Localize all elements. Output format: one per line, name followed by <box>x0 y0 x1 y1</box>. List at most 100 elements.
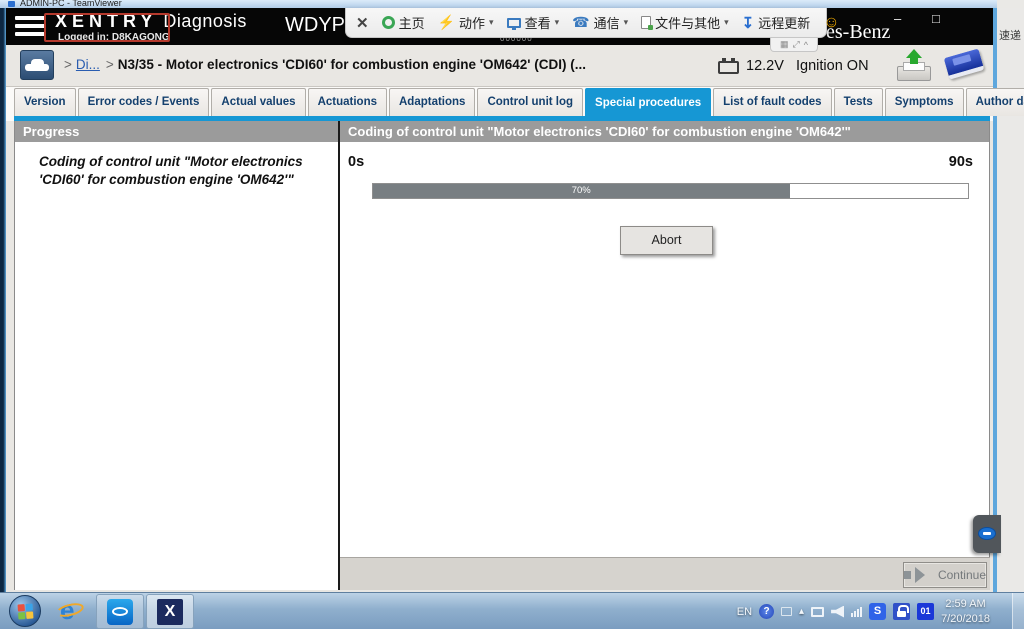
arrow-right-icon <box>904 571 911 579</box>
start-button[interactable] <box>9 595 41 627</box>
progress-task-text: Coding of control unit "Motor electronic… <box>39 153 324 189</box>
teamviewer-logo-icon <box>978 527 996 540</box>
progress-panel: Progress Coding of control unit "Motor e… <box>14 121 338 590</box>
toolbar-files-label: 文件与其他 <box>655 13 720 32</box>
toolbar-communicate-button[interactable]: ☎ 通信 ▾ <box>572 13 628 32</box>
expand-icon[interactable]: ⤢ <box>793 39 800 50</box>
abort-button[interactable]: Abort <box>620 226 713 255</box>
chevron-down-icon: ▾ <box>724 17 729 28</box>
signal-strength-icon[interactable] <box>851 607 862 617</box>
xentry-icon: X <box>157 599 183 625</box>
clock-date: 7/20/2018 <box>941 613 990 625</box>
teamviewer-titlebar[interactable]: ADMIN-PC - TeamViewer <box>0 0 997 8</box>
toolbar-collapse-tray[interactable]: ▦ ⤢ ^ <box>770 38 818 52</box>
file-icon <box>641 16 651 29</box>
breadcrumb-separator: > <box>106 57 114 72</box>
tab-version[interactable]: Version <box>14 88 76 116</box>
tray-app-icon[interactable] <box>781 607 792 616</box>
teamviewer-toolbar: ✕ 主页 ⚡ 动作 ▾ 查看 ▾ ☎ 通信 ▾ 文件与其他 ▾ ↧ 远程更新 <box>345 8 827 38</box>
tab-tests[interactable]: Tests <box>834 88 883 116</box>
vehicle-icon-button[interactable] <box>20 50 54 80</box>
progress-panel-header: Progress <box>15 121 338 142</box>
tab-actuations[interactable]: Actuations <box>308 88 387 116</box>
progress-bar: 70% <box>372 183 969 199</box>
input-method-badge[interactable]: 01 <box>917 603 934 620</box>
teamviewer-app-icon <box>8 1 15 7</box>
tab-error-codes[interactable]: Error codes / Events <box>78 88 210 116</box>
toolbar-home-label: 主页 <box>399 13 425 32</box>
breadcrumb-diagnosis-link[interactable]: Di... <box>76 57 100 72</box>
download-icon: ↧ <box>742 14 755 32</box>
feedback-smiley-icon[interactable]: ☺ <box>823 14 839 32</box>
book-icon <box>944 48 985 79</box>
toolbar-remote-update-label: 远程更新 <box>758 13 810 32</box>
lightning-icon: ⚡ <box>438 14 455 31</box>
chevron-down-icon: ▾ <box>489 17 494 28</box>
battery-icon <box>718 61 739 74</box>
progress-time-end: 90s <box>949 154 973 170</box>
taskbar: e X EN ? ▴ S 01 2:59 AM 7/20/2018 <box>0 592 1024 629</box>
tab-special-procedures[interactable]: Special procedures <box>585 88 711 117</box>
screen: ADMIN-PC - TeamViewer 速递 XENTRYDiagnosis… <box>0 0 1024 629</box>
toolbar-remote-update-button[interactable]: ↧ 远程更新 <box>742 13 811 32</box>
toolbar-files-button[interactable]: 文件与其他 ▾ <box>641 13 729 32</box>
help-icon[interactable]: ? <box>759 604 774 619</box>
toolbar-view-label: 查看 <box>525 13 551 32</box>
collapse-chevron-icon[interactable]: ^ <box>804 40 808 50</box>
volume-icon[interactable] <box>831 606 844 618</box>
teamviewer-panel-handle[interactable] <box>973 515 1001 553</box>
toolbar-communicate-label: 通信 <box>594 13 620 32</box>
breadcrumb: > Di... > N3/35 - Motor electronics 'CDI60'… <box>64 57 586 72</box>
breadcrumb-separator: > <box>64 57 72 72</box>
network-icon[interactable] <box>811 607 824 617</box>
taskbar-clock[interactable]: 2:59 AM 7/20/2018 <box>941 597 990 626</box>
window-title: ADMIN-PC - TeamViewer <box>20 0 122 8</box>
breadcrumb-bar: > Di... > N3/35 - Motor electronics 'CDI60'… <box>6 45 993 87</box>
tab-author-data[interactable]: Author data <box>966 88 1024 116</box>
taskbar-ie-button[interactable]: e <box>52 595 90 628</box>
control-unit-title: N3/35 - Motor electronics 'CDI60' for co… <box>118 57 586 72</box>
battery-voltage: 12.2V <box>746 58 784 74</box>
show-hidden-icons-chevron[interactable]: ▴ <box>799 606 804 617</box>
procedure-panel: Coding of control unit "Motor electronic… <box>340 121 990 590</box>
grid-icon[interactable]: ▦ <box>780 39 789 50</box>
footer-bar: Continue <box>340 557 990 590</box>
teamviewer-icon <box>107 599 133 625</box>
language-indicator[interactable]: EN <box>737 606 752 618</box>
app-minimize-button[interactable]: – <box>894 11 901 26</box>
system-tray: EN ? ▴ S 01 2:59 AM 7/20/2018 <box>737 593 990 629</box>
progress-bar-fill: 70% <box>373 184 790 198</box>
tab-adaptations[interactable]: Adaptations <box>389 88 475 116</box>
tab-symptoms[interactable]: Symptoms <box>885 88 964 116</box>
tab-control-unit-log[interactable]: Control unit log <box>477 88 583 116</box>
red-annotation-box <box>44 13 170 42</box>
phone-icon: ☎ <box>572 14 589 31</box>
sogou-input-icon[interactable]: S <box>869 603 886 620</box>
menu-hamburger-icon[interactable] <box>15 16 45 37</box>
taskbar-xentry-button[interactable]: X <box>146 594 194 629</box>
tab-bar: Version Error codes / Events Actual valu… <box>6 87 993 121</box>
tab-actual-values[interactable]: Actual values <box>211 88 305 116</box>
monitor-icon <box>507 18 521 28</box>
documentation-button[interactable] <box>942 47 988 83</box>
show-desktop-button[interactable] <box>1012 593 1024 629</box>
app-maximize-button[interactable]: □ <box>932 11 940 26</box>
toolbar-close-icon[interactable]: ✕ <box>356 14 369 32</box>
progress-time-start: 0s <box>348 154 364 170</box>
toolbar-actions-button[interactable]: ⚡ 动作 ▾ <box>438 13 494 32</box>
procedure-panel-header: Coding of control unit "Motor electronic… <box>340 121 989 142</box>
tab-list-of-fault-codes[interactable]: List of fault codes <box>713 88 831 116</box>
chevron-down-icon: ▾ <box>624 17 629 28</box>
chevron-down-icon: ▾ <box>555 17 560 28</box>
print-button[interactable] <box>895 48 935 83</box>
clock-time: 2:59 AM <box>945 598 985 610</box>
continue-button[interactable]: Continue <box>903 562 987 588</box>
toolbar-home-button[interactable]: 主页 <box>382 13 425 32</box>
taskbar-teamviewer-button[interactable] <box>96 594 144 629</box>
host-desktop-label: 速递 <box>999 27 1021 43</box>
panel-divider <box>338 121 340 590</box>
lock-icon[interactable] <box>893 603 910 620</box>
progress-percent-label: 70% <box>373 185 790 196</box>
home-icon <box>382 16 395 29</box>
toolbar-view-button[interactable]: 查看 ▾ <box>507 13 560 32</box>
